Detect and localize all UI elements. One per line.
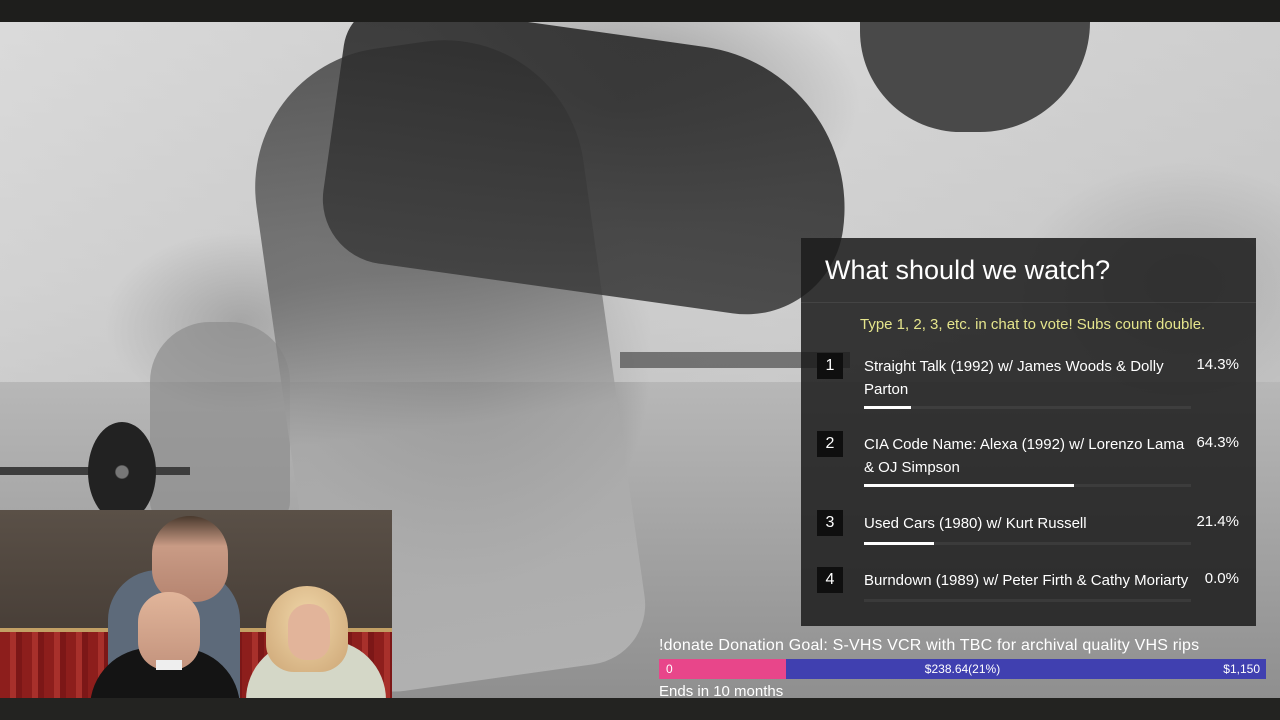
- video-armchair: [150, 322, 290, 522]
- poll-option-bar-fill: [864, 406, 911, 409]
- donation-current-amount: $238.64(21%): [924, 662, 1001, 676]
- poll-option-bar-track: [864, 599, 1191, 602]
- video-weight-plate: [88, 422, 156, 522]
- webcam-figure-head: [138, 592, 200, 670]
- poll-option-label: Used Cars (1980) w/ Kurt Russell: [864, 515, 1087, 532]
- webcam-overlay: [0, 510, 392, 720]
- poll-option-bar-track: [864, 406, 1191, 409]
- poll-option-percent: 21.4%: [1196, 513, 1239, 530]
- poll-option-number: 3: [817, 510, 843, 536]
- poll-option-percent: 14.3%: [1196, 356, 1239, 373]
- poll-option-bar-track: [864, 484, 1191, 487]
- donation-goal-title: !donate Donation Goal: S-VHS VCR with TB…: [659, 637, 1200, 654]
- donation-goal-amount: $1,150: [1223, 662, 1260, 676]
- donation-progress-bar: 0 $238.64(21%) $1,150: [659, 659, 1266, 679]
- poll-panel: What should we watch? Type 1, 2, 3, etc.…: [801, 238, 1256, 626]
- poll-option-bar-fill: [864, 484, 1075, 487]
- poll-option-percent: 0.0%: [1204, 570, 1239, 587]
- webcam-streamer-head: [152, 516, 228, 602]
- webcam-woman-face: [288, 604, 330, 660]
- webcam-figure-collar: [156, 660, 182, 670]
- poll-instructions: Type 1, 2, 3, etc. in chat to vote! Subs…: [860, 316, 1206, 333]
- poll-option-label: CIA Code Name: Alexa (1992) w/ Lorenzo L…: [864, 436, 1185, 476]
- poll-title: What should we watch?: [825, 255, 1111, 285]
- poll-option-number: 1: [817, 353, 843, 379]
- bottom-bar: [0, 698, 1280, 720]
- poll-option-percent: 64.3%: [1196, 434, 1239, 451]
- poll-option-label: Straight Talk (1992) w/ James Woods & Do…: [864, 358, 1164, 398]
- poll-option-bar-fill: [864, 542, 934, 545]
- top-bar: [0, 0, 1280, 22]
- poll-option-bar-track: [864, 542, 1191, 545]
- poll-option-label: Burndown (1989) w/ Peter Firth & Cathy M…: [864, 572, 1189, 589]
- poll-divider: [801, 302, 1256, 303]
- poll-option-number: 4: [817, 567, 843, 593]
- poll-option-number: 2: [817, 431, 843, 457]
